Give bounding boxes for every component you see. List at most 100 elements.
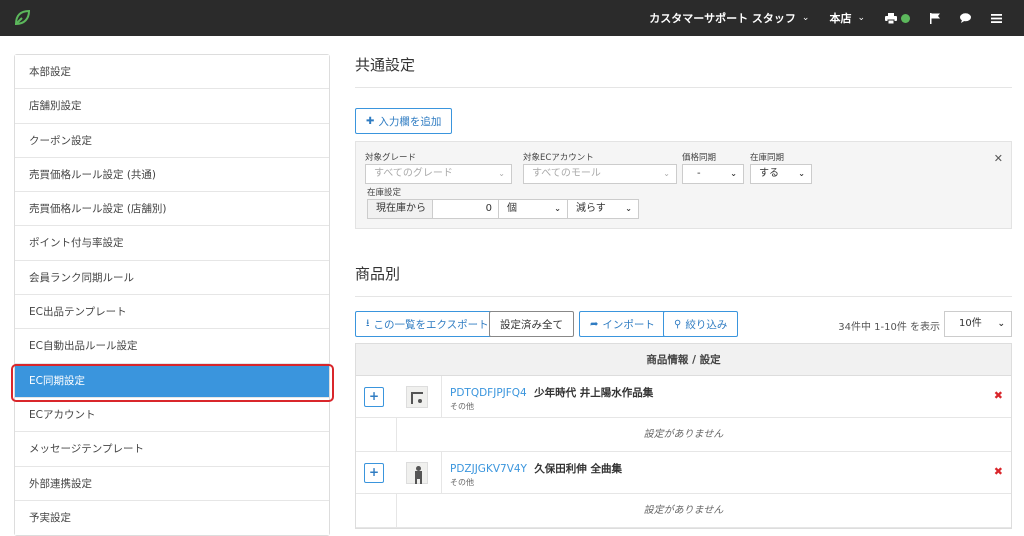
download-icon: ⭳ xyxy=(366,317,370,329)
sidebar-item-budget-actual[interactable]: 予実設定 xyxy=(15,500,329,536)
chevron-down-icon: ⌄ xyxy=(554,204,561,213)
chevron-down-icon: ⌄ xyxy=(730,169,737,178)
per-product-title: 商品別 xyxy=(355,263,1012,297)
stock-unit-select[interactable]: 個 ⌄ xyxy=(498,199,568,219)
sidebar-item-price-rule-common[interactable]: 売買価格ルール設定 (共通) xyxy=(15,157,329,193)
chevron-down-icon: ⌄ xyxy=(801,13,810,23)
chevron-down-icon: ⌄ xyxy=(498,169,505,178)
product-thumbnail[interactable] xyxy=(406,386,428,408)
printer-icon xyxy=(885,12,897,24)
no-settings-row: 設定がありません xyxy=(356,494,1011,528)
printer-status[interactable] xyxy=(875,0,920,36)
product-info: PDTQDFJPJFQ4 少年時代 井上陽水作品集 xyxy=(450,385,653,400)
chevron-down-icon: ⌄ xyxy=(857,13,865,23)
stock-quantity-input[interactable]: 0 xyxy=(432,199,499,219)
per-page-value: 10件 xyxy=(959,318,982,329)
ec-account-select[interactable]: すべてのモール ⌄ xyxy=(523,164,677,184)
thumb-shape xyxy=(415,479,417,484)
price-sync-value: - xyxy=(697,168,701,179)
product-code-link[interactable]: PDTQDFJPJFQ4 xyxy=(450,387,527,399)
chat-icon xyxy=(960,13,971,23)
top-navbar: カスタマーサポート スタッフ ⌄ 本店 ⌄ xyxy=(0,0,1024,36)
import-button[interactable]: ➦ インポート xyxy=(579,311,666,337)
table-row: + PDTQDFJPJFQ4 少年時代 井上陽水作品集 その他 ✖ xyxy=(356,376,1011,418)
row-spacer xyxy=(356,418,397,452)
stock-base-text: 現在庫から xyxy=(376,203,426,214)
store-menu[interactable]: 本店 ⌄ xyxy=(819,0,875,36)
plus-icon: ✚ xyxy=(366,115,375,127)
common-sync-rule-panel: 対象グレード すべてのグレード ⌄ 対象ECアカウント すべてのモール ⌄ 価格… xyxy=(355,141,1012,229)
all-configured-button[interactable]: 設定済み全て xyxy=(489,311,574,337)
stock-base-addon: 現在庫から xyxy=(367,199,433,219)
no-settings-row: 設定がありません xyxy=(356,418,1011,452)
stock-sync-label: 在庫同期 xyxy=(750,153,785,163)
add-input-row-button[interactable]: ✚ 入力欄を追加 xyxy=(355,108,453,134)
chevron-down-icon: ⌄ xyxy=(798,169,805,178)
stock-operation-select[interactable]: 減らす ⌄ xyxy=(567,199,639,219)
sidebar-item-ec-auto-listing[interactable]: EC自動出品ルール設定 xyxy=(15,329,329,364)
expand-row-button[interactable]: + xyxy=(364,387,384,407)
user-menu-label: カスタマーサポート スタッフ xyxy=(649,12,796,25)
sidebar-item-ec-listing-template[interactable]: EC出品テンプレート xyxy=(15,295,329,330)
result-count-text: 34件中 1-10件 を表示 xyxy=(838,322,940,333)
user-menu[interactable]: カスタマーサポート スタッフ ⌄ xyxy=(639,0,819,36)
product-table: 商品情報 / 設定 + PDTQDFJPJFQ4 少年時代 井上陽水作品集 その… xyxy=(355,343,1012,529)
ec-account-select-value: すべてのモール xyxy=(532,168,601,179)
product-toolbar: ⭳ この一覧をエクスポート 設定済み全て ➦ インポート ⚲ 絞り込み 34件中… xyxy=(355,311,1012,339)
filter-button[interactable]: ⚲ 絞り込み xyxy=(663,311,739,337)
product-name: 久保田利伸 全曲集 xyxy=(534,463,622,475)
product-name: 少年時代 井上陽水作品集 xyxy=(534,387,654,399)
sidebar-item-coupon-settings[interactable]: クーポン設定 xyxy=(15,123,329,158)
product-code-link[interactable]: PDZJJGKV7V4Y xyxy=(450,463,527,475)
chevron-down-icon: ⌄ xyxy=(625,204,632,213)
grade-select-value: すべてのグレード xyxy=(374,168,453,179)
sidebar-item-ec-sync[interactable]: EC同期設定 xyxy=(15,363,329,398)
common-settings-title: 共通設定 xyxy=(355,54,1012,88)
thumb-shape xyxy=(418,399,422,403)
sidebar-item-external-integration[interactable]: 外部連携設定 xyxy=(15,466,329,501)
delete-row-icon[interactable]: ✖ xyxy=(994,465,1003,478)
sidebar-item-store-settings[interactable]: 店舗別設定 xyxy=(15,89,329,124)
import-label: インポート xyxy=(602,318,655,331)
chat-button[interactable] xyxy=(950,0,981,36)
add-input-row-label: 入力欄を追加 xyxy=(378,115,442,128)
hamburger-menu-button[interactable] xyxy=(981,0,1012,36)
sidebar-item-message-template[interactable]: メッセージテンプレート xyxy=(15,432,329,467)
thumb-shape xyxy=(411,392,413,404)
expand-row-button[interactable]: + xyxy=(364,463,384,483)
thumb-shape xyxy=(415,471,422,479)
stock-setting-label: 在庫設定 xyxy=(367,188,402,198)
app-logo-icon[interactable] xyxy=(12,8,32,28)
product-info: PDZJJGKV7V4Y 久保田利伸 全曲集 xyxy=(450,461,622,476)
sidebar-item-price-rule-store[interactable]: 売買価格ルール設定 (店舗別) xyxy=(15,192,329,227)
stock-sync-select[interactable]: する ⌄ xyxy=(750,164,812,184)
sidebar-item-hq-settings[interactable]: 本部設定 xyxy=(15,55,329,90)
export-list-button[interactable]: ⭳ この一覧をエクスポート xyxy=(355,311,500,337)
stock-quantity-value: 0 xyxy=(485,203,492,214)
sidebar-item-ec-account[interactable]: ECアカウント xyxy=(15,397,329,433)
chevron-down-icon: ⌄ xyxy=(997,319,1005,329)
price-sync-select[interactable]: - ⌄ xyxy=(682,164,744,184)
per-page-select[interactable]: 10件 ⌄ xyxy=(944,311,1012,337)
stock-unit-value: 個 xyxy=(507,203,517,214)
delete-row-icon[interactable]: ✖ xyxy=(994,389,1003,402)
export-list-label: この一覧をエクスポート xyxy=(373,318,489,331)
flag-button[interactable] xyxy=(920,0,950,36)
store-menu-label: 本店 xyxy=(829,12,852,25)
product-category: その他 xyxy=(450,402,474,411)
sidebar-item-point-rate[interactable]: ポイント付与率設定 xyxy=(15,226,329,261)
row-spacer xyxy=(356,494,397,528)
flag-icon xyxy=(930,12,940,24)
menu-icon xyxy=(991,13,1002,23)
price-sync-label: 価格同期 xyxy=(682,153,717,163)
grade-label: 対象グレード xyxy=(365,153,417,163)
table-row: + PDZJJGKV7V4Y 久保田利伸 全曲集 その他 ✖ xyxy=(356,452,1011,494)
thumb-shape xyxy=(420,479,422,484)
sidebar-item-member-rank-sync[interactable]: 会員ランク同期ルール xyxy=(15,260,329,296)
remove-rule-close-icon[interactable]: ✕ xyxy=(994,152,1003,165)
settings-sidebar: 本部設定 店舗別設定 クーポン設定 売買価格ルール設定 (共通) 売買価格ルール… xyxy=(14,54,330,536)
product-category: その他 xyxy=(450,478,474,487)
grade-select[interactable]: すべてのグレード ⌄ xyxy=(365,164,512,184)
product-thumbnail[interactable] xyxy=(406,462,428,484)
all-configured-label: 設定済み全て xyxy=(500,318,563,331)
